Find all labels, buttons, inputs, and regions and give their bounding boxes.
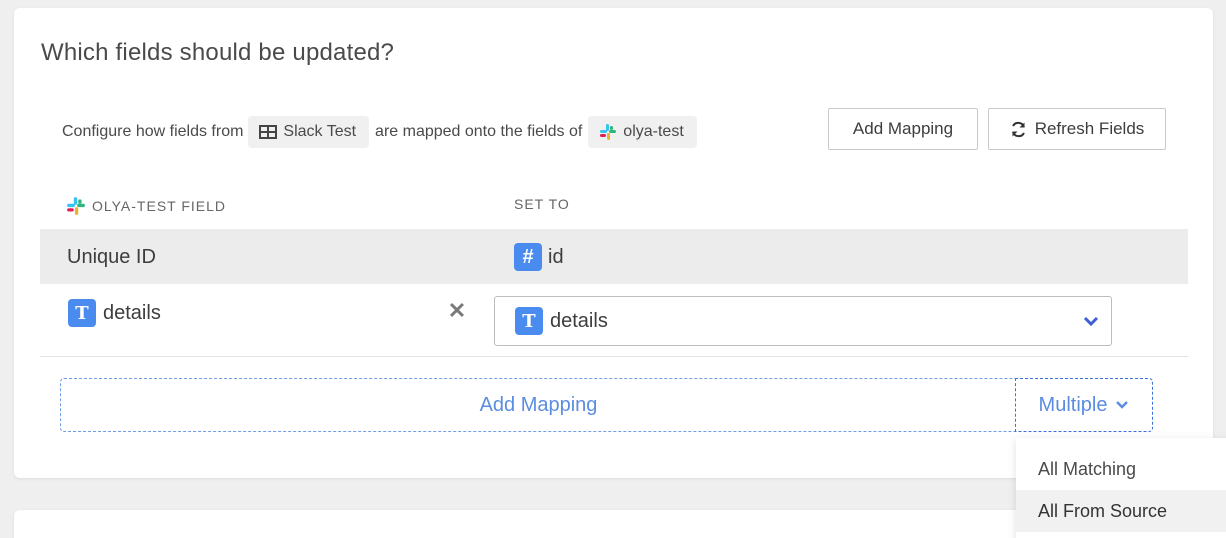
add-mapping-button[interactable]: Add Mapping	[828, 108, 978, 150]
mapping-row-details-field: T details	[68, 299, 161, 327]
multiple-dropdown-button[interactable]: Multiple	[1015, 378, 1153, 432]
number-type-icon: #	[514, 243, 542, 271]
column-header-set-to: SET TO	[514, 196, 570, 212]
multiple-label: Multiple	[1038, 393, 1108, 416]
chevron-down-icon	[1083, 316, 1099, 327]
slack-icon	[600, 124, 617, 140]
table-icon	[259, 125, 278, 139]
refresh-icon	[1011, 121, 1025, 137]
section-title: Which fields should be updated?	[41, 39, 395, 66]
source-chip: Slack Test	[248, 116, 370, 148]
source-chip-label: Slack Test	[283, 123, 357, 140]
config-prefix: Configure how fields from	[62, 123, 244, 140]
column-header-label: OLYA-TEST FIELD	[92, 198, 227, 214]
field-name: details	[103, 301, 161, 324]
column-header-target-field: OLYA-TEST FIELD	[66, 196, 226, 216]
text-type-icon: T	[68, 299, 96, 327]
value-select[interactable]: T details	[494, 296, 1112, 346]
chevron-down-icon	[1116, 401, 1129, 409]
menu-item-all-matching[interactable]: All Matching	[1016, 448, 1226, 490]
refresh-fields-label: Refresh Fields	[1034, 119, 1145, 138]
remove-mapping-icon[interactable]: ✕	[447, 300, 467, 322]
menu-item-all-from-source[interactable]: All From Source	[1016, 490, 1226, 532]
refresh-fields-button[interactable]: Refresh Fields	[988, 108, 1166, 150]
target-chip: olya-test	[588, 116, 697, 148]
add-mapping-dashed-button[interactable]: Add Mapping	[60, 378, 1016, 432]
slack-icon	[67, 197, 85, 215]
target-chip-label: olya-test	[623, 123, 684, 140]
mapping-row-unique-id: Unique ID # id	[40, 229, 1188, 284]
multiple-dropdown-menu: All Matching All From Source	[1016, 438, 1226, 538]
field-value: # id	[514, 243, 564, 271]
text-type-icon: T	[515, 307, 543, 335]
config-middle: are mapped onto the fields of	[375, 123, 583, 140]
value-label: id	[548, 245, 564, 268]
select-value-label: details	[550, 309, 608, 332]
divider	[40, 356, 1188, 357]
field-name: Unique ID	[67, 246, 156, 268]
config-description: Configure how fields from Slack Test are…	[62, 116, 703, 148]
